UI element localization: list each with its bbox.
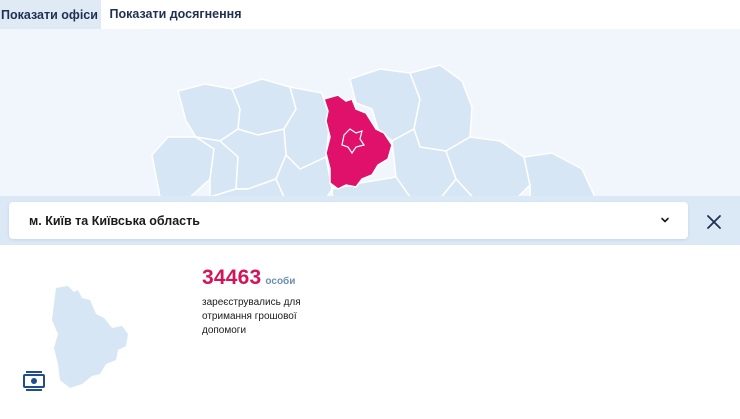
panel-header: м. Київ та Київська область [0,196,740,245]
tab-bar: Показати офіси Показати досягнення [0,0,250,29]
tab-show-offices[interactable]: Показати офіси [0,0,101,29]
money-icon [23,371,45,391]
stat-value: 34463 [202,266,262,289]
chevron-down-icon [661,217,669,223]
stat-description: зареєструвались для отримання грошової д… [202,297,301,336]
stats-block: 34463 особи зареєструвались для отриманн… [202,266,402,338]
tab-show-achievements[interactable]: Показати досягнення [101,0,250,29]
region-select-value: м. Київ та Київська область [29,213,200,228]
map-region-lviv[interactable] [151,136,215,200]
region-select-dropdown[interactable]: м. Київ та Київська область [9,202,688,239]
stat-line: 34463 особи [202,266,402,290]
stat-unit: особи [265,276,296,287]
close-icon[interactable] [702,210,726,234]
region-shape-kyiv-oblast [52,286,128,388]
map-region-sumy[interactable] [409,64,473,152]
map-region-volyn[interactable] [177,83,241,142]
